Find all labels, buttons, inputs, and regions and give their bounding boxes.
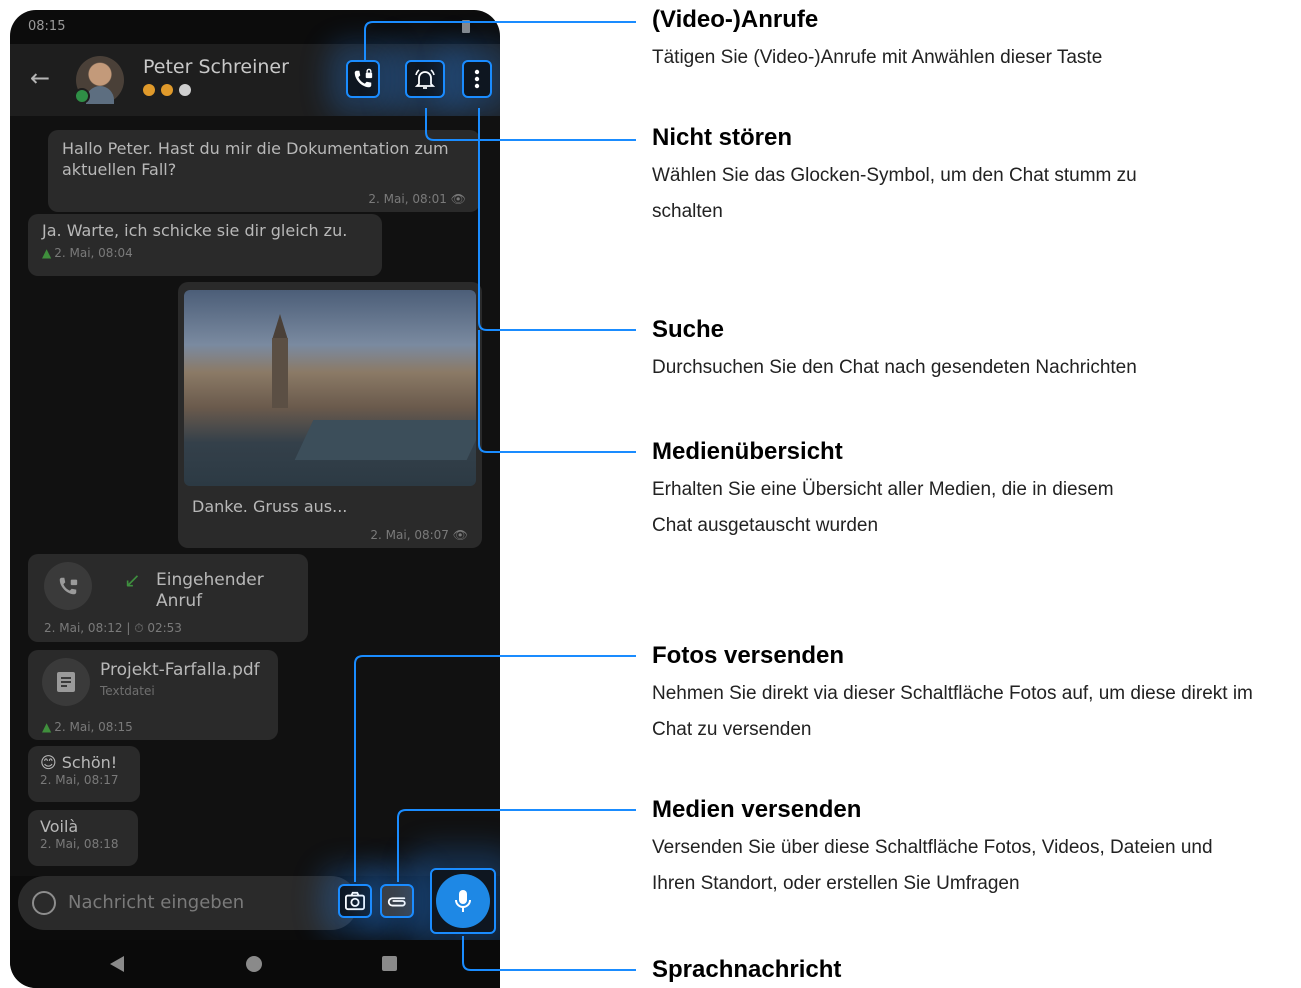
callout-line-media	[478, 330, 636, 453]
annotation-desc: Erhalten Sie eine Übersicht aller Medien…	[652, 479, 1114, 536]
annotation-title: Nicht stören	[652, 124, 793, 151]
annotation-dnd: Nicht stören Wählen Sie das Glocken-Symb…	[652, 124, 1152, 230]
annotation-desc: Versenden Sie über diese Schaltfläche Fo…	[652, 837, 1213, 894]
callout-line-voice	[462, 936, 636, 971]
annotation-search: Suche Durchsuchen Sie den Chat nach gese…	[652, 316, 1292, 386]
annotation-attach: Medien versenden Versenden Sie über dies…	[652, 796, 1252, 902]
annotation-desc: Nehmen Sie direkt via dieser Schaltfläch…	[652, 683, 1253, 740]
annotation-calls: (Video-)Anrufe Tätigen Sie (Video-)Anruf…	[652, 6, 1292, 76]
annotation-media-overview: Medienübersicht Erhalten Sie eine Übersi…	[652, 438, 1152, 544]
annotation-photos: Fotos versenden Nehmen Sie direkt via di…	[652, 642, 1292, 748]
callout-line-calls	[364, 21, 636, 62]
callout-line-dnd	[425, 108, 636, 141]
annotation-title: Suche	[652, 316, 725, 343]
annotation-title: Fotos versenden	[652, 642, 845, 669]
annotation-title: Medienübersicht	[652, 438, 843, 465]
annotation-desc: Tätigen Sie (Video-)Anrufe mit Anwählen …	[652, 47, 1103, 68]
annotation-title: Sprachnachricht	[652, 956, 842, 983]
annotation-desc: Wählen Sie das Glocken-Symbol, um den Ch…	[652, 165, 1137, 222]
annotation-voice: Sprachnachricht	[652, 956, 1292, 984]
annotation-title: (Video-)Anrufe	[652, 6, 819, 33]
callout-line-search	[478, 108, 636, 331]
annotation-desc: Durchsuchen Sie den Chat nach gesendeten…	[652, 357, 1137, 378]
callout-line-attach	[397, 809, 636, 882]
annotation-title: Medien versenden	[652, 796, 862, 823]
